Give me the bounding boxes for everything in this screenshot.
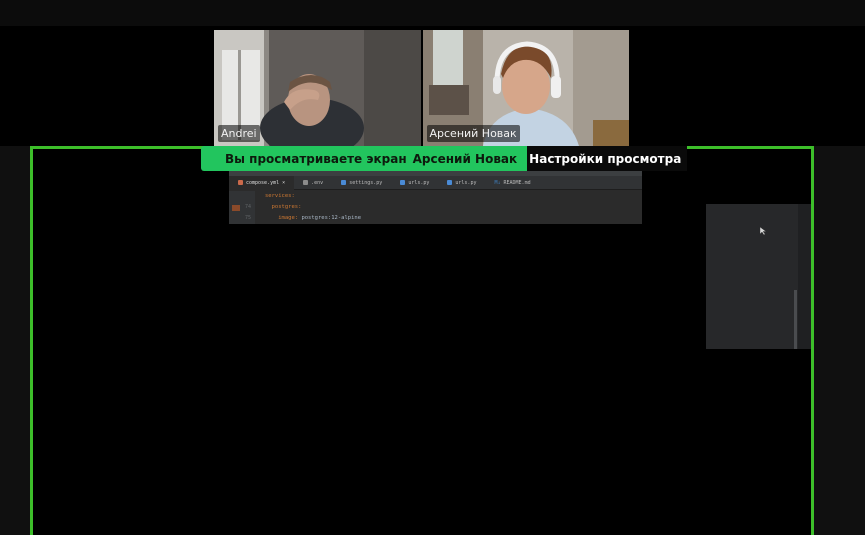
view-options-button[interactable]: Настройки просмотра xyxy=(527,146,688,171)
ide-tab-label: README.md xyxy=(503,179,531,186)
participant-tile-arseniy[interactable]: Арсений Новак xyxy=(422,30,629,146)
markdown-file-icon: M↓ xyxy=(494,179,501,186)
code-line: postgres: xyxy=(265,202,361,213)
python-file-icon xyxy=(400,180,406,185)
yaml-file-icon xyxy=(238,180,243,185)
ide-tab-env[interactable]: .env xyxy=(294,180,332,186)
ide-tab-label: urls.py xyxy=(455,179,477,186)
viewing-banner: Вы просматриваете экран Арсений Новак xyxy=(201,146,528,171)
ide-tab-label: settings.py xyxy=(349,179,383,186)
run-gutter-icon[interactable] xyxy=(232,205,240,211)
ide-tab-settings[interactable]: settings.py xyxy=(332,180,391,186)
code-line: services: xyxy=(265,191,361,202)
python-file-icon xyxy=(341,180,347,185)
env-file-icon xyxy=(303,180,309,185)
participant-gallery: Andrei Арсений Новак xyxy=(214,30,629,146)
ide-tab-label: compose.yml xyxy=(246,179,280,186)
ide-tab-bar: compose.yml × .env settings.py urls.py u… xyxy=(229,175,642,190)
ide-tab-readme[interactable]: M↓ README.md xyxy=(485,180,539,186)
line-number: 75 xyxy=(244,215,251,221)
side-panel-scrollbar-track[interactable] xyxy=(798,204,811,349)
ide-tab-urls-2[interactable]: urls.py xyxy=(438,180,485,186)
code-key: services: xyxy=(265,193,295,199)
meeting-top-bar xyxy=(0,0,865,26)
right-margin xyxy=(814,146,865,535)
code-value: postgres:12-alpine xyxy=(301,215,362,221)
ide-tab-compose[interactable]: compose.yml × xyxy=(229,175,295,190)
ide-tab-label: urls.py xyxy=(408,179,430,186)
python-file-icon xyxy=(447,180,453,185)
mouse-cursor-icon xyxy=(760,227,767,235)
close-icon[interactable]: × xyxy=(282,180,285,186)
shared-ide-window: compose.yml × .env settings.py urls.py u… xyxy=(229,171,642,224)
view-options-label: Настройки просмотра xyxy=(529,151,682,166)
code-key: image: xyxy=(265,215,302,221)
participant-tile-andrei[interactable]: Andrei xyxy=(214,30,421,146)
viewing-label: Вы просматриваете экран xyxy=(225,151,407,166)
ide-tab-urls-1[interactable]: urls.py xyxy=(391,180,438,186)
side-panel-scrollbar-thumb[interactable] xyxy=(794,290,797,349)
ide-code-area[interactable]: services: postgres: image: postgres:12-a… xyxy=(265,191,361,224)
participant-name-andrei: Andrei xyxy=(218,125,260,142)
ide-line-gutter: 74 75 xyxy=(229,191,255,224)
participant-name-arseniy: Арсений Новак xyxy=(426,125,520,142)
code-line: image: postgres:12-alpine xyxy=(265,213,361,224)
code-key: postgres: xyxy=(265,204,302,210)
screen-share-banner: Вы просматриваете экран Арсений Новак На… xyxy=(201,146,688,171)
left-margin xyxy=(0,146,30,535)
presenter-name: Арсений Новак xyxy=(412,151,518,166)
ide-tab-label: .env xyxy=(311,179,324,186)
line-number xyxy=(229,191,255,202)
